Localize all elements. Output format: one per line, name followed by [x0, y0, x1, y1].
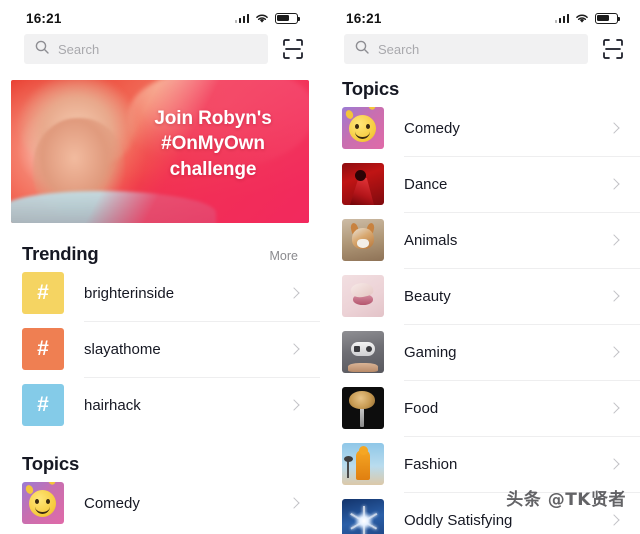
banner-line-1: Join Robyn's [154, 108, 272, 129]
chevron-right-icon [288, 497, 300, 509]
battery-icon [595, 12, 621, 24]
trending-row[interactable]: # slayathome [22, 321, 320, 377]
topics-section-header-left: Topics [0, 433, 320, 475]
status-bar: 16:21 [0, 0, 320, 30]
comedy-thumbnail [342, 107, 384, 149]
topic-label: Animals [404, 231, 458, 249]
chevron-right-icon [608, 122, 620, 134]
watermark: 头条 @TK贤者 [506, 490, 626, 510]
chevron-right-icon [608, 290, 620, 302]
search-placeholder: Search [378, 41, 420, 57]
trending-label: brighterinside [84, 284, 175, 302]
topic-row[interactable]: Food [342, 380, 640, 436]
comedy-thumbnail [22, 482, 64, 524]
chevron-right-icon [288, 399, 300, 411]
trending-row[interactable]: # brighterinside [22, 265, 320, 321]
animals-thumbnail [342, 219, 384, 261]
wifi-icon [255, 13, 269, 24]
trending-title: Trending [22, 243, 99, 264]
topic-label: Beauty [404, 287, 451, 305]
search-input[interactable]: Search [344, 34, 588, 64]
chevron-right-icon [608, 514, 620, 526]
chevron-right-icon [608, 346, 620, 358]
topic-label: Gaming [404, 343, 457, 361]
dual-screenshot-container: 16:21 Search Join Robyn's #OnMyOwn chall… [0, 0, 640, 534]
scan-qr-icon[interactable] [602, 38, 624, 60]
hashtag-tile: # [22, 384, 64, 426]
gaming-thumbnail [342, 331, 384, 373]
search-input[interactable]: Search [24, 34, 268, 64]
topics-list-left: Comedy [0, 475, 320, 531]
status-bar-icons [234, 12, 301, 24]
topic-label: Comedy [404, 119, 460, 137]
topic-row[interactable]: Comedy [22, 475, 320, 531]
cellular-signal-icon [234, 13, 249, 23]
search-row: Search [0, 30, 320, 64]
chevron-right-icon [608, 234, 620, 246]
status-bar: 16:21 [320, 0, 640, 30]
banner-line-2: #OnMyOwn [161, 133, 265, 155]
oddly-satisfying-thumbnail [342, 499, 384, 534]
topic-label: Food [404, 399, 439, 417]
topics-title: Topics [342, 78, 400, 99]
status-bar-icons [554, 12, 621, 24]
trending-label: hairhack [84, 396, 141, 414]
wifi-icon [575, 13, 589, 24]
battery-icon [275, 12, 301, 24]
search-icon [355, 40, 369, 59]
dance-thumbnail [342, 163, 384, 205]
banner-text: Join Robyn's #OnMyOwn challenge [129, 106, 297, 182]
trending-label: slayathome [84, 340, 161, 358]
status-bar-clock: 16:21 [346, 10, 382, 26]
banner-line-3: challenge [169, 158, 257, 180]
topic-label: Oddly Satisfying [404, 511, 513, 529]
right-phone-screen: 16:21 Search Topics Comedy Dance Animals… [320, 0, 640, 534]
trending-more-link[interactable]: More [270, 249, 298, 263]
chevron-right-icon [608, 458, 620, 470]
chevron-right-icon [608, 402, 620, 414]
topic-label: Comedy [84, 494, 140, 512]
beauty-thumbnail [342, 275, 384, 317]
topics-list-right: Comedy Dance Animals Beauty Gaming Food … [320, 100, 640, 534]
chevron-right-icon [288, 287, 300, 299]
chevron-right-icon [288, 343, 300, 355]
topics-section-header-right: Topics [320, 64, 640, 100]
search-placeholder: Search [58, 41, 100, 57]
topic-row[interactable]: Beauty [342, 268, 640, 324]
search-icon [35, 40, 49, 59]
topic-label: Fashion [404, 455, 458, 473]
topics-title: Topics [22, 453, 80, 474]
topic-row[interactable]: Animals [342, 212, 640, 268]
hashtag-icon: # [37, 337, 49, 360]
trending-list: # brighterinside # slayathome # hairhack [0, 265, 320, 433]
promo-banner[interactable]: Join Robyn's #OnMyOwn challenge [11, 80, 309, 223]
topic-row[interactable]: Dance [342, 156, 640, 212]
fashion-thumbnail [342, 443, 384, 485]
hashtag-icon: # [37, 393, 49, 416]
topic-label: Dance [404, 175, 448, 193]
topic-row[interactable]: Fashion [342, 436, 640, 492]
scan-qr-icon[interactable] [282, 38, 304, 60]
cellular-signal-icon [554, 13, 569, 23]
hashtag-icon: # [37, 281, 49, 304]
topic-row[interactable]: Gaming [342, 324, 640, 380]
hashtag-tile: # [22, 272, 64, 314]
topic-row[interactable]: Comedy [342, 100, 640, 156]
trending-section-header: Trending More [0, 223, 320, 265]
search-row: Search [320, 30, 640, 64]
trending-row[interactable]: # hairhack [22, 377, 320, 433]
status-bar-clock: 16:21 [26, 10, 62, 26]
left-phone-screen: 16:21 Search Join Robyn's #OnMyOwn chall… [0, 0, 320, 534]
hashtag-tile: # [22, 328, 64, 370]
chevron-right-icon [608, 178, 620, 190]
food-thumbnail [342, 387, 384, 429]
